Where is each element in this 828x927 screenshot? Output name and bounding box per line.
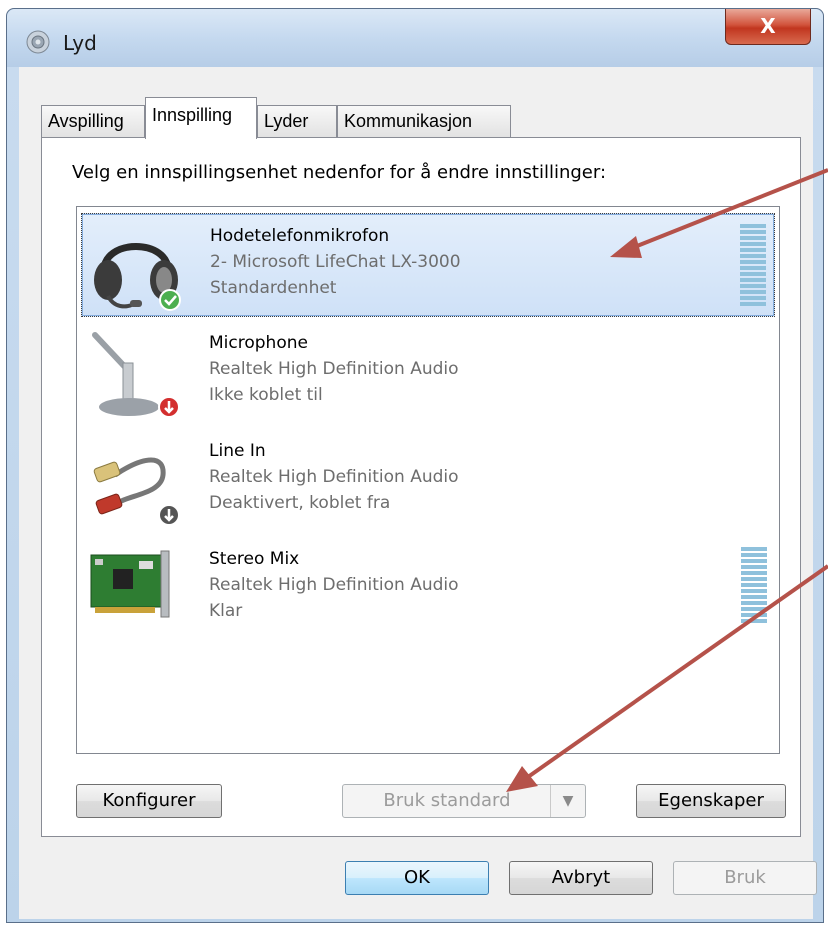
device-item-stereo-mix[interactable]: Stereo Mix Realtek High Definition Audio… (81, 537, 775, 641)
device-status: Klar (209, 601, 243, 621)
device-name: Hodetelefonmikrofon (210, 226, 390, 246)
device-name: Microphone (209, 333, 308, 353)
sound-dialog-window: Lyd X Avspilling Innspilling Lyder Kommu… (6, 8, 824, 923)
set-default-button[interactable]: Bruk standard ▼ (342, 784, 586, 818)
device-driver: Realtek High Definition Audio (209, 359, 459, 379)
device-driver: Realtek High Definition Audio (209, 467, 459, 487)
rca-cable-icon (93, 457, 180, 526)
configure-button[interactable]: Konfigurer (76, 784, 222, 818)
device-status: Deaktivert, koblet fra (209, 493, 391, 513)
properties-button[interactable]: Egenskaper (636, 784, 786, 818)
device-name: Line In (209, 441, 266, 461)
chevron-down-icon[interactable]: ▼ (550, 785, 585, 817)
level-meter (741, 547, 767, 625)
device-item-hodetelefonmikrofon[interactable]: Hodetelefonmikrofon 2- Microsoft LifeCha… (81, 213, 775, 317)
device-driver: Realtek High Definition Audio (209, 575, 459, 595)
device-list[interactable]: Hodetelefonmikrofon 2- Microsoft LifeCha… (76, 206, 780, 754)
set-default-label: Bruk standard (383, 790, 511, 811)
tab-innspilling[interactable]: Innspilling (145, 97, 257, 139)
device-status: Ikke koblet til (209, 385, 323, 405)
window-title: Lyd (63, 31, 97, 55)
speaker-icon (26, 30, 50, 54)
apply-button[interactable]: Bruk (673, 861, 817, 895)
dialog-client-area: Avspilling Innspilling Lyder Kommunikasj… (19, 67, 817, 919)
close-button[interactable]: X (725, 9, 811, 45)
ok-button[interactable]: OK (345, 861, 489, 895)
device-status: Standardenhet (210, 278, 337, 298)
tab-lyder[interactable]: Lyder (257, 105, 337, 137)
cancel-button[interactable]: Avbryt (509, 861, 653, 895)
device-item-line-in[interactable]: Line In Realtek High Definition Audio De… (81, 429, 775, 533)
instruction-text: Velg en innspillingsenhet nedenfor for å… (72, 162, 607, 183)
level-meter (740, 224, 766, 308)
device-item-microphone[interactable]: Microphone Realtek High Definition Audio… (81, 321, 775, 425)
recording-tab-panel: Velg en innspillingsenhet nedenfor for å… (41, 137, 801, 837)
title-bar[interactable]: Lyd X (7, 9, 823, 67)
sound-card-icon (90, 550, 170, 618)
device-name: Stereo Mix (209, 549, 300, 569)
device-driver: 2- Microsoft LifeChat LX-3000 (210, 252, 461, 272)
headset-icon (94, 243, 181, 311)
tab-kommunikasjon[interactable]: Kommunikasjon (337, 105, 511, 137)
check-badge-icon (159, 289, 181, 311)
tab-avspilling[interactable]: Avspilling (41, 105, 145, 137)
microphone-icon (92, 332, 180, 418)
